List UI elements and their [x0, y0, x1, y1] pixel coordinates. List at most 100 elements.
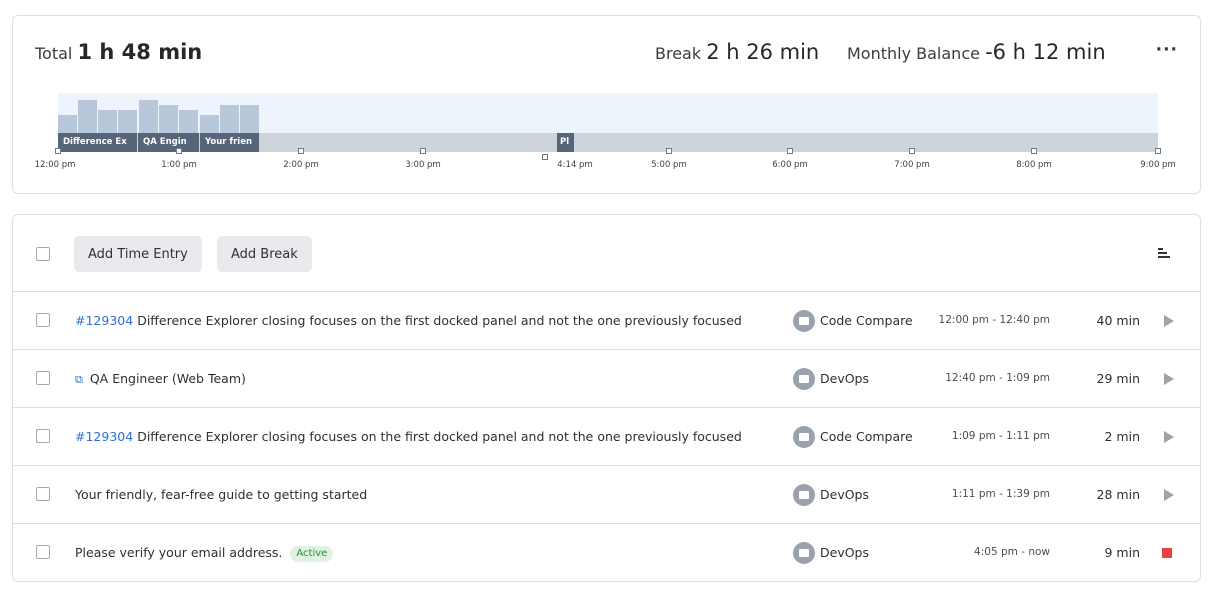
day-timeline: Difference Ex QA Engin Your frien Pl 12:… — [13, 92, 1200, 172]
activity-bar — [118, 110, 137, 133]
sort-lines-icon[interactable] — [1158, 248, 1170, 259]
play-icon[interactable] — [1164, 489, 1174, 501]
project-name: Code Compare — [820, 313, 913, 328]
entry-checkbox[interactable] — [36, 429, 50, 443]
entry-duration: 28 min — [1096, 487, 1140, 502]
entry-title-text: Please verify your email address. — [75, 545, 283, 560]
timeline-hour-label: 1:00 pm — [161, 160, 197, 170]
timeline-tick — [666, 148, 672, 154]
timeline-tick — [420, 148, 426, 154]
timeline-tick — [55, 148, 61, 154]
external-link-icon[interactable]: ⧉ — [75, 351, 83, 408]
play-icon[interactable] — [1164, 373, 1174, 385]
entry-duration: 2 min — [1104, 429, 1141, 444]
timeline-segment[interactable]: Pl — [557, 133, 575, 152]
folder-icon — [793, 425, 815, 448]
timeline-segment[interactable]: Difference Ex — [58, 133, 138, 152]
time-summary-card: Total 1 h 48 min Break 2 h 26 min Monthl… — [12, 15, 1201, 194]
total-value: 1 h 48 min — [77, 40, 203, 64]
entry-time-range: 4:05 pm - now — [974, 546, 1050, 558]
project-name: DevOps — [820, 371, 869, 386]
timeline-tick — [298, 148, 304, 154]
more-options-icon[interactable]: ··· — [1156, 40, 1178, 60]
entry-checkbox[interactable] — [36, 371, 50, 385]
entry-duration: 29 min — [1096, 371, 1140, 386]
entry-time-range: 12:40 pm - 1:09 pm — [945, 372, 1050, 384]
entry-project[interactable]: DevOps — [793, 541, 869, 565]
issue-link[interactable]: #129304 — [75, 313, 133, 328]
timeline-hour-label: 8:00 pm — [1016, 160, 1052, 170]
folder-icon — [793, 309, 815, 332]
add-break-button[interactable]: Add Break — [217, 236, 312, 272]
play-icon[interactable] — [1164, 431, 1174, 443]
select-all-checkbox[interactable] — [36, 247, 50, 261]
time-entry-row[interactable]: Please verify your email address. Active… — [13, 524, 1200, 581]
entry-project[interactable]: DevOps — [793, 483, 869, 507]
active-status-badge: Active — [290, 545, 334, 562]
timeline-tick — [542, 154, 548, 160]
time-entry-row[interactable]: ⧉ QA Engineer (Web Team) DevOps 12:40 pm… — [13, 350, 1200, 408]
activity-bar — [220, 105, 239, 133]
entry-title: #129304 Difference Explorer closing focu… — [75, 292, 742, 349]
entry-title-text: Your friendly, fear-free guide to gettin… — [75, 487, 368, 502]
monthly-balance-value: -6 h 12 min — [985, 40, 1106, 64]
break-stat: Break 2 h 26 min — [655, 40, 819, 64]
play-icon[interactable] — [1164, 315, 1174, 327]
timeline-segment[interactable]: QA Engin — [138, 133, 200, 152]
entry-title: ⧉ QA Engineer (Web Team) — [75, 350, 246, 407]
monthly-balance-label: Monthly Balance — [847, 44, 980, 63]
activity-bar — [179, 110, 198, 133]
activity-bar — [139, 100, 158, 133]
folder-icon — [793, 541, 815, 564]
timeline-tick — [909, 148, 915, 154]
project-name: Code Compare — [820, 429, 913, 444]
entry-project[interactable]: Code Compare — [793, 425, 913, 449]
entry-duration: 9 min — [1104, 545, 1141, 560]
total-stat: Total 1 h 48 min — [35, 40, 202, 64]
activity-bar — [98, 110, 117, 133]
break-value: 2 h 26 min — [706, 40, 820, 64]
entry-title: Please verify your email address. Active — [75, 524, 334, 581]
entry-title-text: Difference Explorer closing focuses on t… — [137, 313, 742, 328]
entry-checkbox[interactable] — [36, 487, 50, 501]
activity-bar — [240, 105, 259, 133]
timeline-hour-label: 4:14 pm — [557, 160, 593, 170]
entry-checkbox[interactable] — [36, 313, 50, 327]
timeline-hour-label: 12:00 pm — [34, 160, 76, 170]
entry-title-text: QA Engineer (Web Team) — [89, 371, 246, 386]
project-name: DevOps — [820, 545, 869, 560]
entry-project[interactable]: DevOps — [793, 367, 869, 391]
folder-icon — [793, 483, 815, 506]
activity-bar — [78, 100, 97, 133]
timeline-hour-label: 5:00 pm — [651, 160, 687, 170]
break-label: Break — [655, 44, 702, 63]
summary-header: Total 1 h 48 min Break 2 h 26 min Monthl… — [35, 40, 1178, 70]
total-label: Total — [35, 44, 73, 63]
timeline-tick — [787, 148, 793, 154]
entry-project[interactable]: Code Compare — [793, 309, 913, 333]
monthly-balance-stat: Monthly Balance -6 h 12 min — [847, 40, 1106, 64]
timeline-hour-label: 7:00 pm — [894, 160, 930, 170]
entry-title: #129304 Difference Explorer closing focu… — [75, 408, 742, 465]
timeline-hour-label: 3:00 pm — [405, 160, 441, 170]
entry-title-text: Difference Explorer closing focuses on t… — [137, 429, 742, 444]
stop-icon[interactable] — [1162, 548, 1172, 558]
timeline-hour-label: 2:00 pm — [283, 160, 319, 170]
activity-bar — [159, 105, 178, 133]
folder-icon — [793, 367, 815, 390]
timeline-hour-label: 6:00 pm — [772, 160, 808, 170]
add-time-entry-button[interactable]: Add Time Entry — [74, 236, 202, 272]
activity-bar — [58, 115, 77, 133]
entry-duration: 40 min — [1096, 313, 1140, 328]
activity-bar — [200, 115, 219, 133]
time-entry-row[interactable]: Your friendly, fear-free guide to gettin… — [13, 466, 1200, 524]
entry-time-range: 1:09 pm - 1:11 pm — [951, 430, 1050, 442]
entry-checkbox[interactable] — [36, 545, 50, 559]
project-name: DevOps — [820, 487, 869, 502]
entry-title: Your friendly, fear-free guide to gettin… — [75, 466, 367, 523]
time-entry-row[interactable]: #129304 Difference Explorer closing focu… — [13, 292, 1200, 350]
time-entries-card: Add Time Entry Add Break #129304 Differe… — [12, 214, 1201, 582]
issue-link[interactable]: #129304 — [75, 429, 133, 444]
timeline-segment[interactable]: Your frien — [200, 133, 260, 152]
time-entry-row[interactable]: #129304 Difference Explorer closing focu… — [13, 408, 1200, 466]
